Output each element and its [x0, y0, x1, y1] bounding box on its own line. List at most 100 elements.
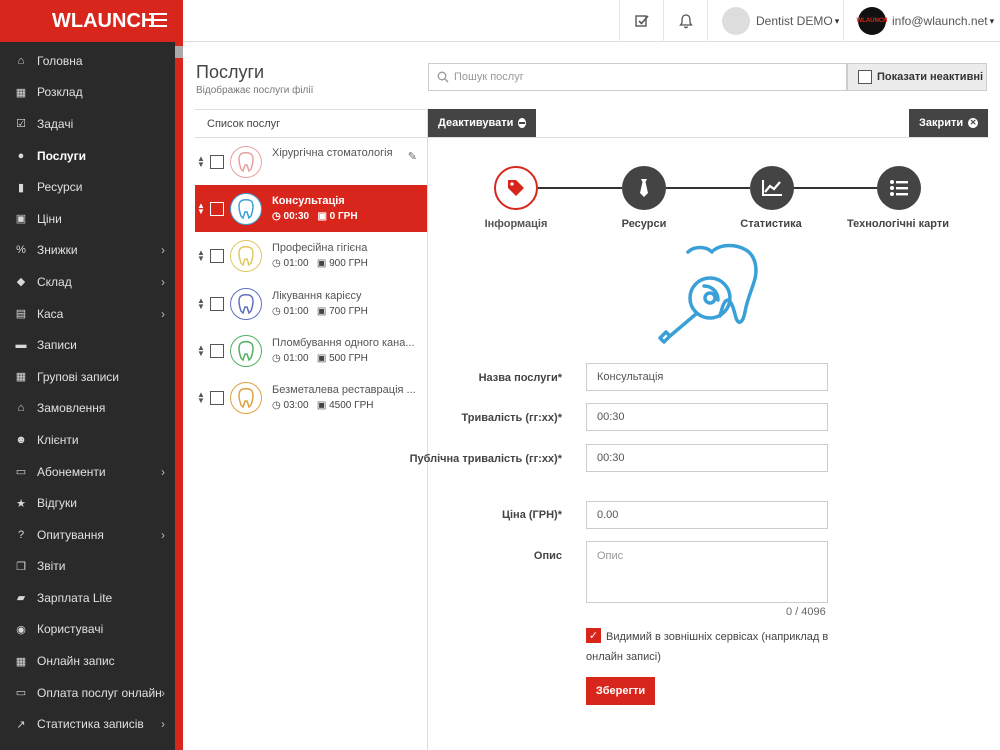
service-thumbnail [230, 334, 262, 367]
line-chart-icon [762, 180, 782, 196]
calendar-icon: ▦ [15, 86, 27, 99]
visible-external-checkbox[interactable]: ✓ [586, 628, 601, 643]
sidebar-item-14[interactable]: ★ Відгуки [0, 487, 175, 519]
save-button[interactable]: Зберегти [586, 677, 655, 705]
sort-handle-icon[interactable]: ▲ ▼ [197, 343, 205, 357]
user-menu-dentist[interactable]: Dentist DEMO ▾ [707, 0, 843, 42]
sort-handle-icon[interactable]: ▲ ▼ [197, 201, 205, 215]
service-checkbox[interactable] [210, 296, 224, 311]
sidebar-scrollbar[interactable] [175, 42, 183, 750]
sidebar-item-9[interactable]: ▬ Записи [0, 329, 175, 361]
money-icon: ▣ [316, 400, 327, 411]
price-input[interactable]: 0.00 [586, 501, 828, 529]
edit-icon[interactable]: ✎ [408, 150, 417, 163]
service-checkbox[interactable] [210, 201, 224, 216]
sidebar-item-21[interactable]: ↗ Статистика записів › [0, 708, 175, 740]
tasks-check-icon[interactable] [619, 0, 663, 42]
sidebar-item-11[interactable]: ⌂ Замовлення [0, 393, 175, 425]
description-label: Опис [533, 550, 562, 562]
close-button[interactable]: Закрити ✕ [909, 109, 988, 137]
tag-icon [508, 180, 524, 196]
sort-handle-icon[interactable]: ▲ ▼ [197, 248, 205, 262]
sidebar-item-6[interactable]: % Знижки › [0, 235, 175, 267]
cubes-icon: ◆ [16, 276, 26, 289]
sidebar-item-5[interactable]: ▣ Ціни [0, 203, 175, 235]
step-label-statistics[interactable]: Статистика [711, 218, 831, 230]
chevron-right-icon: › [161, 685, 165, 700]
show-inactive-checkbox[interactable] [858, 70, 872, 84]
deactivate-button[interactable]: Деактивувати [428, 109, 536, 137]
service-thumbnail [230, 381, 262, 414]
service-row[interactable]: ▲ ▼ Консультація ◷ 00:30 ▣ 0 ГРН [195, 185, 427, 232]
description-textarea[interactable]: Опис [586, 541, 828, 603]
step-label-resources[interactable]: Ресурси [584, 218, 704, 230]
service-duration: 03:00 [283, 400, 309, 411]
list-icon [890, 180, 908, 196]
sidebar-scroll-thumb[interactable] [175, 46, 183, 58]
service-meta: ◷ 00:30 ▣ 0 ГРН [272, 211, 427, 222]
step-resources[interactable] [622, 166, 666, 210]
sidebar-item-label: Склад [37, 274, 72, 289]
service-row[interactable]: ▲ ▼ Хірургічна стоматологія ✎ [195, 138, 427, 185]
sort-handle-icon[interactable]: ▲ ▼ [197, 154, 205, 168]
sidebar-item-1[interactable]: ▦ Розклад [0, 77, 175, 109]
sidebar-item-18[interactable]: ◉ Користувачі [0, 614, 175, 646]
bank-icon: ⌂ [17, 402, 25, 415]
step-tech-cards[interactable] [877, 166, 921, 210]
service-checkbox[interactable] [210, 390, 224, 405]
sidebar-item-label: Задачі [37, 116, 74, 131]
sidebar-item-label: Групові записи [37, 369, 119, 384]
step-info[interactable] [494, 166, 538, 210]
sidebar-item-15[interactable]: ? Опитування › [0, 519, 175, 551]
close-circle-icon: ✕ [968, 118, 978, 128]
sort-handle-icon[interactable]: ▲ ▼ [197, 390, 205, 404]
sidebar-item-16[interactable]: ❐ Звіти [0, 551, 175, 583]
users-icon: ☻ [15, 433, 27, 446]
step-statistics[interactable] [750, 166, 794, 210]
step-label-tech-cards[interactable]: Технологічні карти [838, 218, 958, 230]
sidebar-item-4[interactable]: ▮ Ресурси [0, 171, 175, 203]
service-checkbox[interactable] [210, 154, 224, 169]
chevron-right-icon: › [161, 464, 165, 479]
bell-icon[interactable] [663, 0, 707, 42]
sidebar-item-10[interactable]: ▦ Групові записи [0, 361, 175, 393]
chevron-right-icon: › [161, 274, 165, 289]
sort-handle-icon[interactable]: ▲ ▼ [197, 296, 205, 310]
service-checkbox[interactable] [210, 343, 224, 358]
sidebar-item-12[interactable]: ☻ Клієнти [0, 424, 175, 456]
sidebar-item-2[interactable]: ☑ Задачі [0, 108, 175, 140]
service-row[interactable]: ▲ ▼ Лікування карієсу ◷ 01:00 ▣ 700 ГРН [195, 280, 427, 327]
sidebar-item-19[interactable]: ▦ Онлайн запис [0, 645, 175, 677]
logo[interactable]: WLAUNCH [52, 10, 155, 33]
service-row[interactable]: ▲ ▼ Пломбування одного кана... ◷ 01:00 ▣ 50… [195, 327, 427, 374]
sidebar-item-8[interactable]: ▤ Каса › [0, 298, 175, 330]
step-label-info[interactable]: Інформація [456, 218, 576, 230]
sidebar-item-3[interactable]: ● Послуги [0, 140, 175, 172]
service-name-input[interactable]: Консультація [586, 363, 828, 391]
search-input[interactable]: Пошук послуг [428, 63, 847, 91]
service-row[interactable]: ▲ ▼ Професійна гігієна ◷ 01:00 ▣ 900 ГРН [195, 232, 427, 279]
duration-label: Тривалість (гг:хх)* [461, 412, 562, 424]
step-connector [666, 187, 750, 189]
service-name: Професійна гігієна [272, 242, 368, 254]
sidebar: WLAUNCH ⌂ Головна ▦ Розклад ☑ Задачі ● Послуги ▮… [0, 0, 183, 750]
sidebar-item-20[interactable]: ▭ Оплата послуг онлайн › [0, 677, 175, 709]
service-price: 0 ГРН [329, 211, 358, 222]
sidebar-item-0[interactable]: ⌂ Головна [0, 45, 175, 77]
sidebar-item-7[interactable]: ◆ Склад › [0, 266, 175, 298]
sidebar-item-17[interactable]: ▰ Зарплата Lite [0, 582, 175, 614]
duration-input[interactable]: 00:30 [586, 403, 828, 431]
sidebar-item-label: Головна [37, 53, 83, 68]
show-inactive-toggle[interactable]: Показати неактивні [847, 63, 987, 91]
money-icon: ▣ [316, 258, 327, 269]
services-list-header: Список послуг [195, 109, 427, 138]
sidebar-item-13[interactable]: ▭ Абонементи › [0, 456, 175, 488]
home-icon: ⌂ [17, 54, 25, 67]
star-icon: ★ [16, 497, 26, 510]
avatar [722, 7, 750, 35]
service-checkbox[interactable] [210, 248, 224, 263]
menu-toggle-icon[interactable] [149, 13, 167, 27]
user-menu-account[interactable]: WLAUNCH info@wlaunch.net ▾ [843, 0, 1000, 42]
tag-icon: ● [17, 149, 25, 162]
public-duration-input[interactable]: 00:30 [586, 444, 828, 472]
